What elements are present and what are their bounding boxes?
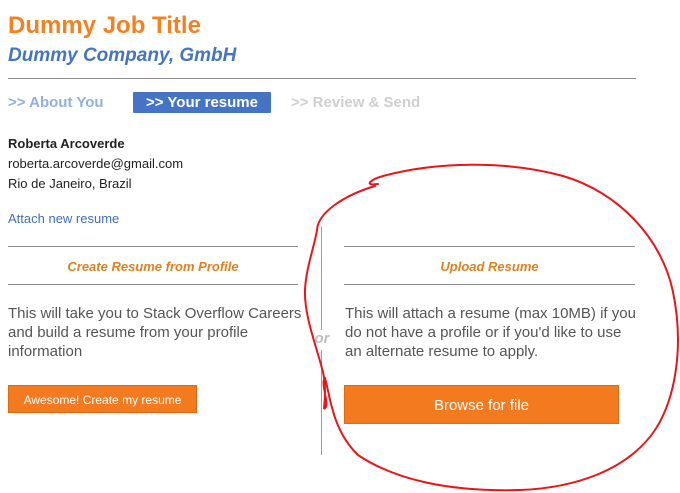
- upload-resume-title: Upload Resume: [440, 259, 539, 274]
- company-name: Dummy Company, GmbH: [8, 45, 237, 66]
- create-resume-title: Create Resume from Profile: [67, 259, 239, 274]
- upload-resume-description: This will attach a resume (max 10MB) if …: [345, 305, 636, 360]
- applicant-name: Roberta Arcoverde: [8, 136, 125, 151]
- left-section-bottom-rule: [8, 284, 298, 285]
- job-title: Dummy Job Title: [8, 12, 201, 39]
- browse-for-file-button[interactable]: Browse for file: [344, 385, 619, 424]
- attach-new-resume-link[interactable]: Attach new resume: [8, 211, 119, 226]
- create-resume-description: This will take you to Stack Overflow Car…: [8, 305, 302, 360]
- step-review-send: >> Review & Send: [291, 94, 421, 111]
- right-section-top-rule: [344, 246, 635, 247]
- or-label: or: [311, 330, 333, 350]
- step-your-resume[interactable]: >> Your resume: [133, 92, 271, 113]
- applicant-location: Rio de Janeiro, Brazil: [8, 176, 132, 191]
- header-divider: [8, 78, 636, 79]
- left-section-top-rule: [8, 246, 298, 247]
- right-section-bottom-rule: [344, 284, 635, 285]
- applicant-email: roberta.arcoverde@gmail.com: [8, 156, 184, 171]
- create-resume-button[interactable]: Awesome! Create my resume: [8, 385, 197, 413]
- step-about-you[interactable]: >> About You: [8, 92, 104, 113]
